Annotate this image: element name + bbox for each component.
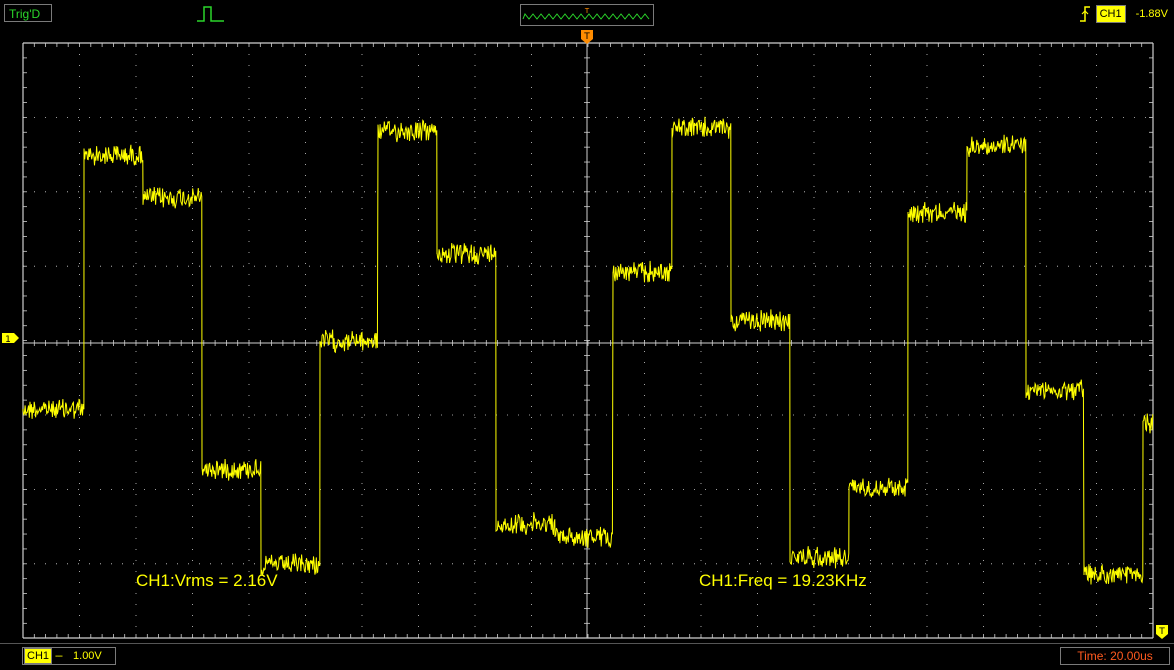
trigger-channel-badge: CH1 <box>1095 5 1126 23</box>
trigger-position-label: T <box>583 32 590 42</box>
waveform-overview[interactable]: T <box>520 4 654 26</box>
coupling-icon: --- <box>55 650 63 662</box>
vrms-measurement: CH1:Vrms = 2.16V <box>136 571 278 590</box>
overview-wave-icon: T <box>522 7 650 20</box>
rising-edge-icon <box>1079 6 1090 22</box>
bottom-status-bar: CH1 --- 1.00V Time: 20.00us <box>0 643 1174 670</box>
trigger-pulse-icon[interactable] <box>196 4 226 24</box>
waveform-screen: T 1 T CH1:Vrms = 2.16V CH1:Freq = 19.23K… <box>2 30 1168 639</box>
volts-per-div: 1.00V <box>73 650 102 662</box>
freq-measurement: CH1:Freq = 19.23KHz <box>699 571 867 590</box>
timebase-box[interactable]: Time: 20.00us <box>1060 647 1170 665</box>
trigger-level-marker[interactable]: T <box>1156 625 1168 639</box>
trigger-position-marker[interactable]: T <box>581 30 593 44</box>
top-status-bar: Trig'D T CH1 -1.88V <box>0 0 1174 29</box>
trigger-info[interactable]: CH1 -1.88V <box>1078 4 1168 24</box>
trigger-level-label: T <box>1158 627 1165 637</box>
ch1-scale-box[interactable]: CH1 --- 1.00V <box>22 647 116 665</box>
ch1-offset-label: 1 <box>5 335 11 345</box>
ch1-badge: CH1 <box>24 648 53 664</box>
ch1-offset-marker[interactable]: 1 <box>2 333 19 345</box>
scope-display[interactable]: T 1 T CH1:Vrms = 2.16V CH1:Freq = 19.23K… <box>0 28 1174 642</box>
graticule <box>22 42 1154 639</box>
overview-trigger-marker: T <box>584 7 590 15</box>
trigger-level: -1.88V <box>1135 8 1168 20</box>
trigger-status: Trig'D <box>4 4 52 22</box>
